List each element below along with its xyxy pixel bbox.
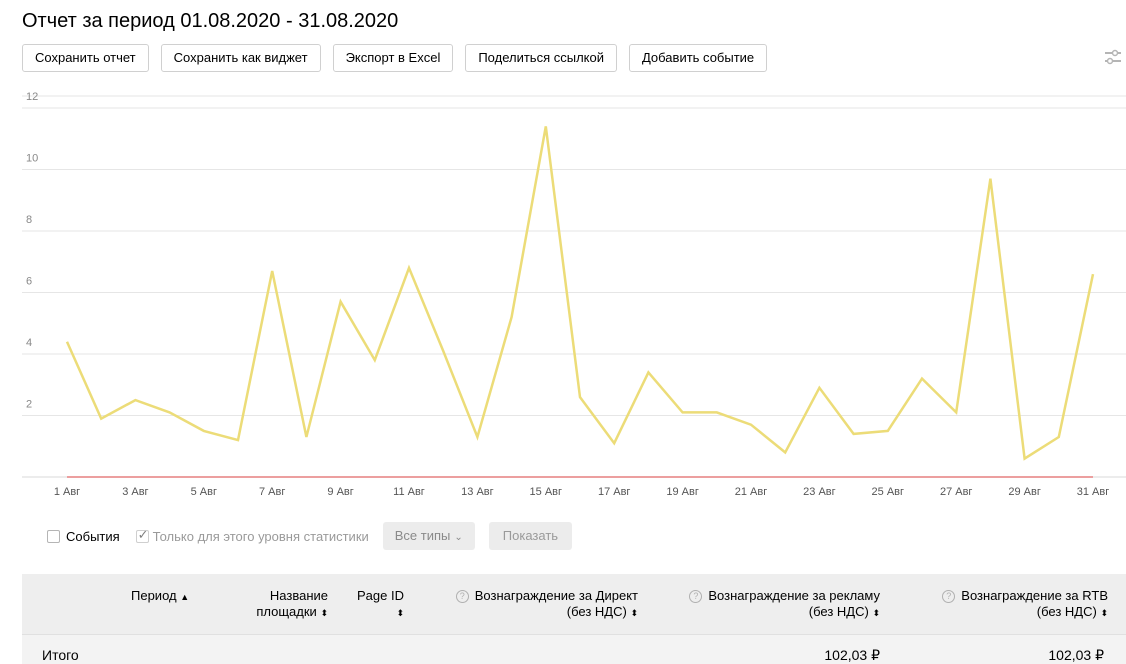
events-label: События — [66, 528, 120, 544]
check-icon: ✓ — [137, 526, 149, 542]
sort-icon: ⬍ — [630, 608, 638, 618]
help-icon[interactable]: ? — [689, 590, 703, 603]
help-icon[interactable]: ? — [455, 590, 469, 603]
only-level-checkbox: ✓ — [135, 526, 149, 543]
save-report-button[interactable]: Сохранить отчет — [22, 44, 149, 72]
y-tick-label: 2 — [26, 399, 32, 411]
x-tick-label: 7 Авг — [259, 486, 285, 498]
column-rtb-line2: (без НДС) — [1036, 604, 1097, 619]
total-ads-reward: 102,03 ₽ — [824, 647, 880, 663]
x-tick-label: 13 Авг — [461, 486, 493, 498]
x-tick-label: 11 Авг — [393, 486, 425, 498]
y-tick-label: 4 — [26, 337, 32, 349]
column-ads-line1: Вознаграждение за рекламу — [708, 588, 880, 603]
column-page-id[interactable]: Page ID ⬍ — [342, 588, 404, 621]
chart-controls: События ✓ Только для этого уровня статис… — [47, 522, 573, 550]
x-tick-label: 25 Авг — [872, 486, 904, 498]
x-tick-label: 5 Авг — [191, 486, 217, 498]
share-link-button[interactable]: Поделиться ссылкой — [465, 44, 617, 72]
column-page-id-label: Page ID — [357, 588, 404, 603]
column-site-name[interactable]: Название площадки ⬍ — [234, 588, 328, 621]
column-direct-line1: Вознаграждение за Директ — [474, 588, 638, 603]
only-level-toggle: ✓ Только для этого уровня статистики — [135, 526, 369, 544]
table-header: Период ▲ Название площадки ⬍ Page ID ⬍ ? Во… — [22, 574, 1126, 634]
only-level-label: Только для этого уровня статистики — [152, 528, 369, 544]
column-rtb-reward[interactable]: ? Вознаграждение за RTB (без НДС) ⬍ — [922, 588, 1108, 621]
y-tick-label: 8 — [26, 214, 32, 226]
stats-table: Период ▲ Название площадки ⬍ Page ID ⬍ ? Во… — [22, 574, 1126, 664]
event-types-dropdown[interactable]: Все типы ⌄ — [382, 522, 475, 550]
y-tick-label: 10 — [26, 153, 38, 165]
x-tick-label: 27 Авг — [940, 486, 972, 498]
column-ads-line2: (без НДС) — [808, 604, 869, 619]
sort-icon: ⬍ — [396, 608, 404, 618]
sort-asc-icon: ▲ — [180, 592, 190, 602]
sliders-icon[interactable] — [1104, 48, 1122, 66]
total-label: Итого — [42, 647, 79, 663]
x-tick-label: 19 Авг — [666, 486, 698, 498]
x-tick-label: 29 Авг — [1008, 486, 1040, 498]
x-tick-label: 1 Авг — [54, 486, 80, 498]
line-chart: 2 4 6 8 10 12 1 Авг 3 Авг 5 Авг 7 Авг 9 Авг 11 Авг 1… — [22, 91, 1126, 498]
save-widget-button[interactable]: Сохранить как виджет — [160, 44, 321, 72]
x-tick-label: 15 Авг — [530, 486, 562, 498]
x-tick-label: 3 Авг — [122, 486, 148, 498]
show-button[interactable]: Показать — [488, 522, 573, 550]
column-site-name-line1: Название — [269, 588, 328, 603]
sort-icon: ⬍ — [320, 608, 328, 618]
add-event-button[interactable]: Добавить событие — [628, 44, 768, 72]
x-tick-label: 9 Авг — [327, 486, 353, 498]
column-period-label: Период — [131, 588, 177, 603]
events-checkbox[interactable] — [47, 529, 60, 543]
total-row: Итого 102,03 ₽ 102,03 ₽ — [22, 634, 1126, 664]
toolbar: Сохранить отчет Сохранить как виджет Экс… — [22, 44, 768, 72]
column-direct-line2: (без НДС) — [566, 604, 627, 619]
chevron-down-icon: ⌄ — [454, 532, 463, 543]
y-tick-label: 6 — [26, 276, 32, 288]
column-ads-reward[interactable]: ? Вознаграждение за рекламу (без НДС) ⬍ — [672, 588, 880, 621]
column-period[interactable]: Период ▲ — [131, 588, 189, 605]
sort-icon: ⬍ — [1100, 608, 1108, 618]
help-icon[interactable]: ? — [942, 590, 956, 603]
x-tick-label: 17 Авг — [598, 486, 630, 498]
y-tick-label: 12 — [26, 91, 38, 103]
report-page: Отчет за период 01.08.2020 - 31.08.2020 … — [0, 0, 1126, 664]
x-tick-label: 21 Авг — [735, 486, 767, 498]
event-types-label: Все типы — [394, 528, 451, 543]
total-rtb-reward: 102,03 ₽ — [1048, 647, 1104, 663]
x-tick-label: 23 Авг — [803, 486, 835, 498]
column-site-name-line2: площадки — [256, 604, 317, 619]
x-tick-label: 31 Авг — [1077, 486, 1109, 498]
page-title: Отчет за период 01.08.2020 - 31.08.2020 — [22, 10, 399, 32]
export-excel-button[interactable]: Экспорт в Excel — [332, 44, 454, 72]
column-rtb-line1: Вознаграждение за RTB — [961, 588, 1108, 603]
column-direct-reward[interactable]: ? Вознаграждение за Директ (без НДС) ⬍ — [442, 588, 638, 621]
sort-icon: ⬍ — [872, 608, 880, 618]
